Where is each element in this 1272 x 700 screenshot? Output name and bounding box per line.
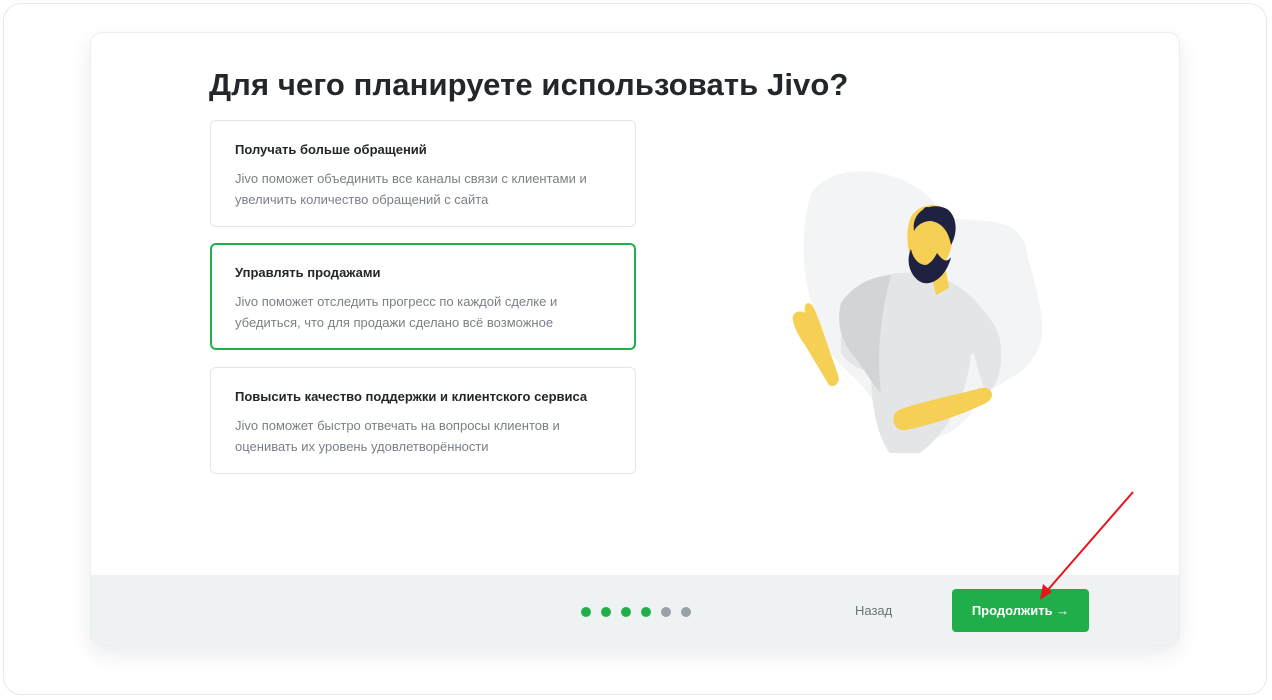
option-title: Получать больше обращений <box>235 142 427 157</box>
progress-dot <box>601 607 611 617</box>
man-illustration <box>792 171 1043 453</box>
option-title: Управлять продажами <box>235 265 381 280</box>
progress-dot <box>641 607 651 617</box>
back-button[interactable]: Назад <box>855 599 892 623</box>
progress-dot <box>661 607 671 617</box>
progress-dot <box>621 607 631 617</box>
option-description: Jivo поможет быстро отвечать на вопросы … <box>235 418 560 454</box>
option-description: Jivo поможет отследить прогресс по каждо… <box>235 294 558 330</box>
progress-dot <box>581 607 591 617</box>
progress-dots <box>581 607 691 617</box>
option-title: Повысить качество поддержки и клиентског… <box>235 389 588 404</box>
progress-dot <box>681 607 691 617</box>
continue-button[interactable]: Продолжить → <box>952 589 1089 632</box>
footer-bar: Назад Продолжить → <box>91 575 1179 645</box>
option-description: Jivo поможет объединить все каналы связи… <box>235 171 587 207</box>
onboarding-card: Для чего планируете использовать Jivo? П… <box>90 32 1180 646</box>
option-manage-sales[interactable]: Управлять продажами Jivo поможет отследи… <box>210 243 636 350</box>
option-improve-support[interactable]: Повысить качество поддержки и клиентског… <box>210 367 636 474</box>
page-title: Для чего планируете использовать Jivo? <box>209 67 849 102</box>
option-more-requests[interactable]: Получать больше обращений Jivo поможет о… <box>210 120 636 227</box>
